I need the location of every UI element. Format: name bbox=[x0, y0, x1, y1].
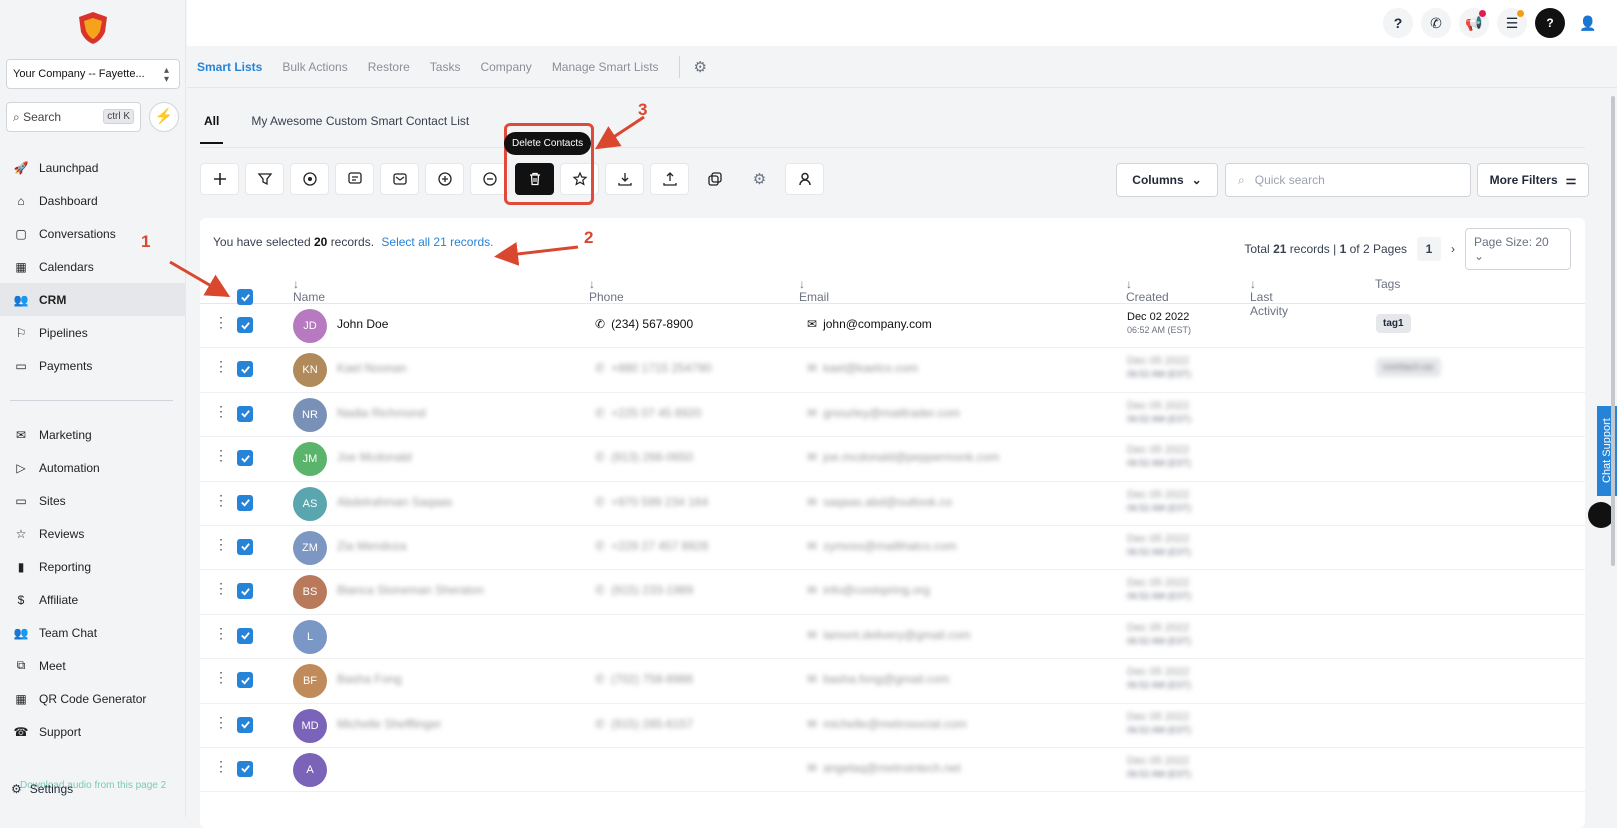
annotation-arrows bbox=[169, 115, 645, 298]
scrollbar[interactable] bbox=[1611, 96, 1615, 566]
